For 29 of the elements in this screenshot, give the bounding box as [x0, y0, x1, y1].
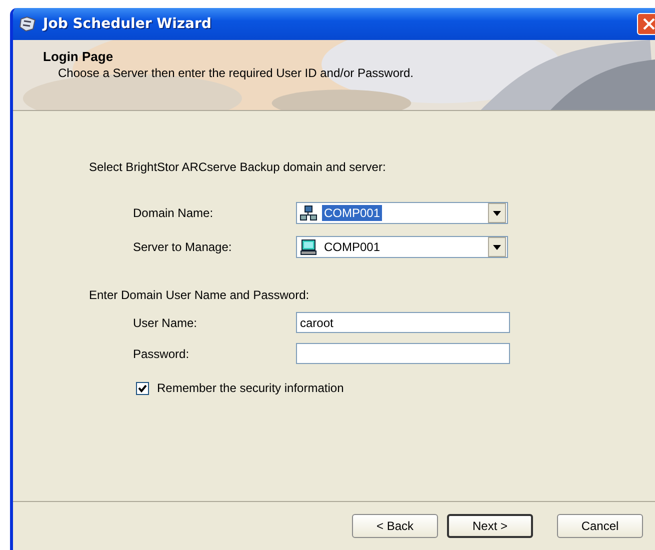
section-label: Enter Domain User Name and Password: [89, 288, 310, 302]
checkbox-label: Remember the security information [157, 381, 344, 395]
computer-icon [300, 239, 318, 255]
field-label: User Name: [133, 316, 198, 330]
caret-icon [493, 244, 501, 250]
field-label: Server to Manage: [133, 240, 233, 254]
network-icon [300, 205, 318, 221]
caret-icon [493, 210, 501, 216]
close-button[interactable] [637, 13, 655, 35]
input-field[interactable] [296, 343, 510, 364]
section-label: Select BrightStor ARCserve Backup domain and server: [89, 160, 387, 174]
window-title: Job Scheduler Wizard [43, 16, 212, 32]
page-subtitle: Choose a Server then enter the required User ID and/or Password. [57, 66, 415, 80]
dropdown-arrow-button[interactable] [488, 237, 506, 257]
field-label: Domain Name: [133, 206, 214, 220]
checkbox[interactable] [136, 382, 149, 394]
dropdown-value: COMP001 [322, 205, 382, 221]
wizard-button[interactable]: < Back [352, 514, 438, 538]
dropdown-arrow-button[interactable] [488, 203, 506, 223]
field-label: Password: [133, 346, 190, 360]
input-field[interactable]: caroot [296, 312, 510, 333]
domain-dropdown[interactable]: COMP001 [296, 202, 508, 224]
wizard-button[interactable]: Next > [447, 514, 533, 538]
app-icon [19, 16, 37, 32]
close-icon [643, 18, 655, 30]
page-title: Login Page [43, 49, 114, 64]
dropdown-value: COMP001 [323, 239, 382, 255]
server-dropdown[interactable]: COMP001 [296, 236, 508, 258]
wizard-button[interactable]: Cancel [557, 514, 643, 538]
